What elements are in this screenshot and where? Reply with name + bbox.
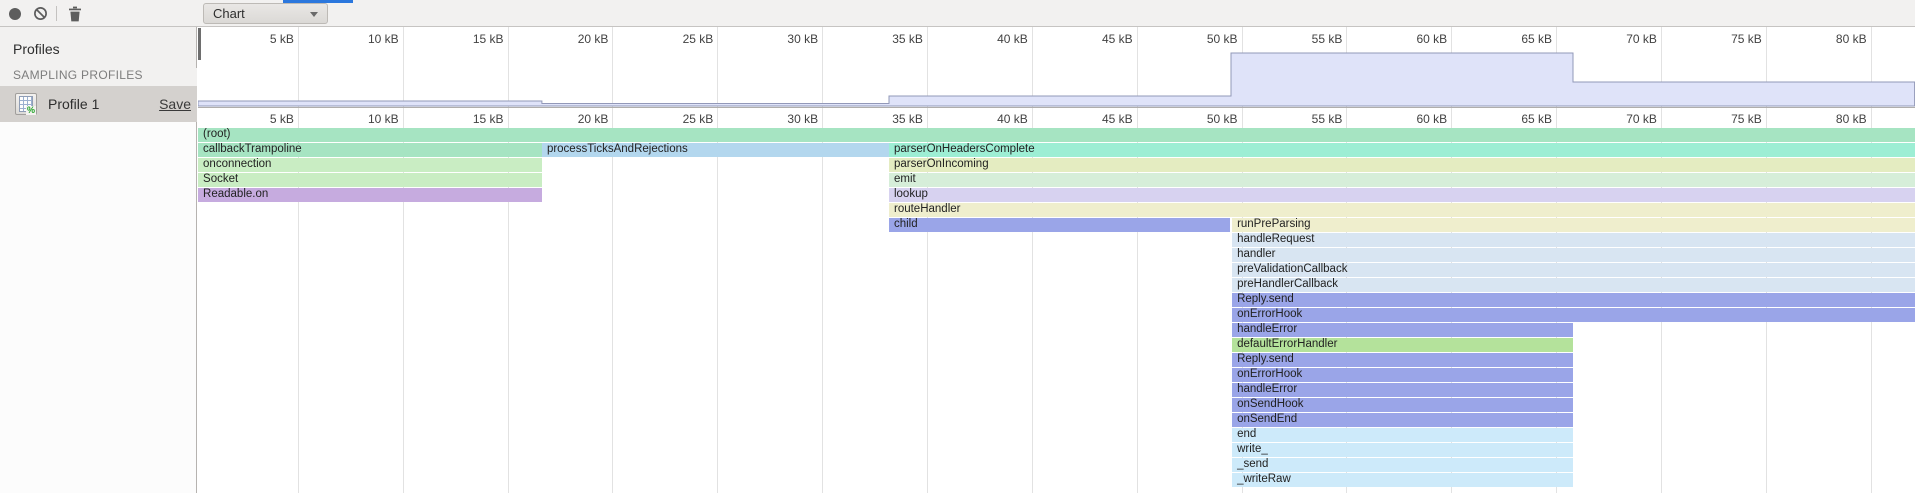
flame-frame[interactable]: Socket <box>198 173 542 187</box>
profile-item-profile-1[interactable]: % Profile 1 Save <box>0 86 197 122</box>
flame-frame[interactable]: onErrorHook <box>1232 308 1915 322</box>
flame-frame[interactable]: routeHandler <box>889 203 1915 217</box>
axis-tick-label: 60 kB <box>1367 112 1447 126</box>
save-profile-link[interactable]: Save <box>159 96 191 112</box>
profiles-sidebar: Profiles SAMPLING PROFILES % Profile 1 S… <box>0 27 197 493</box>
flame-frame[interactable]: onSendHook <box>1232 398 1573 412</box>
axis-tick-label: 20 kB <box>528 112 608 126</box>
flame-frame[interactable]: child <box>889 218 1230 232</box>
flame-frame[interactable]: Readable.on <box>198 188 542 202</box>
flame-chart[interactable]: 5 kB 10 kB 15 kB 20 kB 25 kB 30 kB 35 kB 40 kB 4… <box>198 108 1915 493</box>
axis-tick-label: 15 kB <box>424 112 504 126</box>
axis-tick-label: 45 kB <box>1053 112 1133 126</box>
clear-profiles-button[interactable] <box>29 3 51 24</box>
gridline <box>717 108 718 493</box>
overview-area-chart <box>198 27 1915 108</box>
flame-frame[interactable]: handler <box>1232 248 1915 262</box>
flame-frame[interactable]: runPreParsing <box>1232 218 1915 232</box>
allocation-overview[interactable]: 5 kB10 kB15 kB20 kB25 kB30 kB35 kB40 kB4… <box>198 27 1915 108</box>
flame-frame[interactable]: lookup <box>889 188 1915 202</box>
block-icon <box>33 6 48 21</box>
axis-tick-label: 5 kB <box>214 112 294 126</box>
axis-tick-label: 25 kB <box>633 112 713 126</box>
flame-frame[interactable]: handleError <box>1232 383 1573 397</box>
flame-frame[interactable]: callbackTrampoline <box>198 143 542 157</box>
flame-frame[interactable]: onSendEnd <box>1232 413 1573 427</box>
chart-view-select-value: Chart <box>213 6 245 21</box>
percent-glyph: % <box>26 106 36 115</box>
flame-frame[interactable]: emit <box>889 173 1915 187</box>
axis-tick-label: 75 kB <box>1682 112 1762 126</box>
gridline <box>612 108 613 493</box>
memory-profiler-panel: Chart Profiles SAMPLING PROFILES % Profi… <box>0 0 1915 493</box>
axis-tick-label: 30 kB <box>738 112 818 126</box>
gridline <box>822 108 823 493</box>
flame-frame[interactable]: onconnection <box>198 158 542 172</box>
chevron-down-icon <box>310 12 318 17</box>
delete-profile-button[interactable] <box>64 3 86 24</box>
profile-name: Profile 1 <box>48 96 159 112</box>
flame-frame[interactable]: onErrorHook <box>1232 368 1573 382</box>
sidebar-section-label: SAMPLING PROFILES <box>13 68 197 86</box>
flame-frame[interactable]: processTicksAndRejections <box>542 143 889 157</box>
overview-steps-svg <box>198 27 1915 107</box>
axis-tick-label: 65 kB <box>1472 112 1552 126</box>
flame-frame[interactable]: preValidationCallback <box>1232 263 1915 277</box>
vertical-scrollbar-thumb[interactable] <box>198 28 201 60</box>
profiler-toolbar: Chart <box>0 0 1915 27</box>
sidebar-title: Profiles <box>13 41 60 57</box>
axis-tick-label: 55 kB <box>1262 112 1342 126</box>
flame-frame[interactable]: Reply.send <box>1232 293 1915 307</box>
flame-frame[interactable]: parserOnHeadersComplete <box>889 143 1915 157</box>
axis-tick-label: 80 kB <box>1787 112 1867 126</box>
axis-tick-label: 50 kB <box>1158 112 1238 126</box>
flame-chart-area: 5 kB 10 kB 15 kB 20 kB 25 kB 30 kB 35 kB 40 kB 4… <box>198 27 1915 493</box>
flame-frame[interactable]: defaultErrorHandler <box>1232 338 1573 352</box>
toolbar-separator <box>56 6 57 21</box>
flame-frame[interactable]: end <box>1232 428 1573 442</box>
record-icon <box>9 8 21 20</box>
axis-tick-label: 40 kB <box>948 112 1028 126</box>
axis-tick-label: 10 kB <box>319 112 399 126</box>
chart-view-select[interactable]: Chart <box>203 3 328 24</box>
axis-tick-label: 35 kB <box>843 112 923 126</box>
record-button[interactable] <box>4 3 26 24</box>
flame-frame[interactable]: write_ <box>1232 443 1573 457</box>
profile-table-percent-icon: % <box>15 93 37 115</box>
flame-frame[interactable]: (root) <box>198 128 1915 142</box>
axis-tick-label: 70 kB <box>1577 112 1657 126</box>
flame-frame[interactable]: handleError <box>1232 323 1573 337</box>
flame-frame[interactable]: handleRequest <box>1232 233 1915 247</box>
flame-frame[interactable]: preHandlerCallback <box>1232 278 1915 292</box>
flame-frame[interactable]: _send <box>1232 458 1573 472</box>
flame-frame[interactable]: Reply.send <box>1232 353 1573 367</box>
trash-icon <box>68 6 82 22</box>
flame-frame[interactable]: _writeRaw <box>1232 473 1573 487</box>
flame-frame[interactable]: parserOnIncoming <box>889 158 1915 172</box>
